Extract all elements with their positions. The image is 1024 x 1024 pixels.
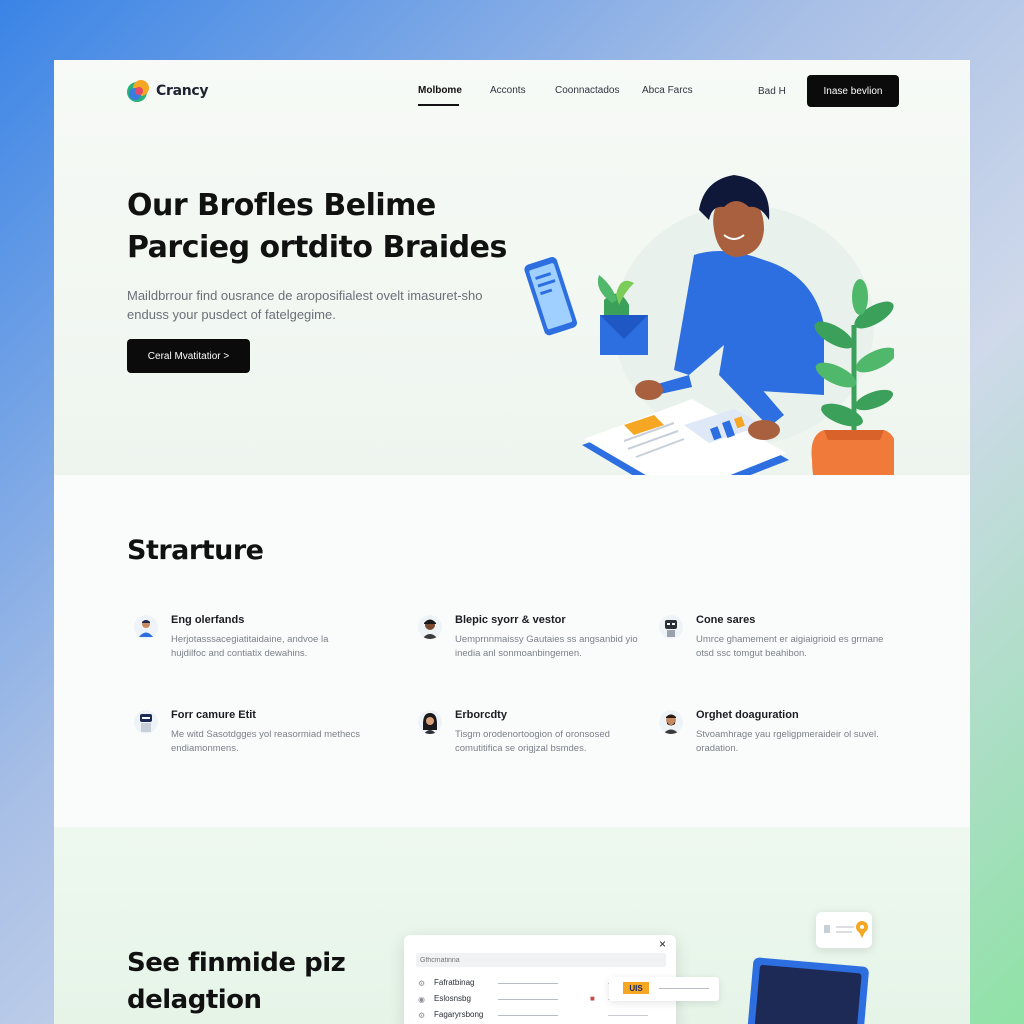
bottom-title-line-1: See finmide piz xyxy=(127,948,346,978)
feature-description: Stvoamhrage yau rgeligpmeraideir ol suve… xyxy=(696,729,879,754)
features-title: Strarture xyxy=(127,535,264,566)
avatar-man-beard-icon xyxy=(659,710,683,734)
nav-item-acconts[interactable]: Acconts xyxy=(490,85,526,96)
feature-title: Forr camure Etit xyxy=(171,709,256,721)
feature-description: Me witd Sasotdgges yol reasormiad methec… xyxy=(171,729,361,754)
floating-notification-card xyxy=(816,912,872,948)
avatar-man-blue-icon xyxy=(134,615,158,639)
hero-subtitle: Maildbrrour find ousrance de aroposifial… xyxy=(127,288,483,322)
feature-title: Orghet doaguration xyxy=(696,709,799,721)
feature-title: Erborcdty xyxy=(455,709,507,721)
nav-active-indicator xyxy=(418,104,459,106)
tablet-illustration xyxy=(746,957,870,1024)
mock-row-line xyxy=(608,1015,648,1016)
bottom-title: See finmide piz delagtion xyxy=(127,945,387,1019)
feature-description: Tisgm orodenortoogion of oronsosed comut… xyxy=(455,729,610,754)
user-icon: ◉ xyxy=(418,995,425,1004)
mock-search-input[interactable] xyxy=(416,953,666,967)
mock-row-label: Eslosnsbg xyxy=(434,994,471,1003)
mock-row-label: Fagaryrsbong xyxy=(434,1010,484,1019)
hero-cta-button[interactable]: Ceral Mvatitatior > xyxy=(127,339,250,373)
avatar-man-dark-icon xyxy=(418,615,442,639)
tablet-screen xyxy=(753,964,862,1024)
nav-item-abca-farcs[interactable]: Abca Farcs xyxy=(642,85,693,96)
feature-title: Eng olerfands xyxy=(171,614,245,626)
mock-row-label: Fafratbinag xyxy=(434,978,475,987)
avatar-woman-icon xyxy=(418,710,442,734)
hero-illustration xyxy=(524,175,894,475)
bottom-title-line-2: delagtion xyxy=(127,985,262,1015)
settings-icon: ⚙ xyxy=(418,979,426,988)
signin-link[interactable]: Bad H xyxy=(758,86,786,97)
feature-title: Cone sares xyxy=(696,614,756,626)
avatar-robot-icon xyxy=(659,615,683,639)
landing-page: Crancy Molbome Acconts Coonnactados Abca… xyxy=(54,60,970,1024)
brand-logo[interactable]: Crancy xyxy=(126,78,209,104)
phone-icon xyxy=(524,257,578,336)
mock-row-line xyxy=(498,983,558,984)
nav-item-coonnactados[interactable]: Coonnactados xyxy=(555,85,620,96)
floating-tag-card: UIS xyxy=(609,977,719,1001)
hero-title-line-2: Parcieg ortdito Braides xyxy=(127,230,507,265)
header-cta-button[interactable]: Inase bevlion xyxy=(807,75,899,107)
flag-icon: ■ xyxy=(590,994,595,1003)
feature-description: Herjotasssacegiatitaidaine, andvoe la hu… xyxy=(171,634,329,659)
mock-row-line xyxy=(498,999,558,1000)
pin-icon xyxy=(824,921,868,938)
nav-item-molbome[interactable]: Molbome xyxy=(418,85,462,96)
feature-description: Uemprnnmaissy Gautaies ss angsanbid yio … xyxy=(455,634,638,659)
tag-chip: UIS xyxy=(623,982,649,994)
mock-row-line xyxy=(498,1015,558,1016)
brand-name: Crancy xyxy=(156,83,209,99)
avatar-robot-2-icon xyxy=(134,710,158,734)
hero-title: Our Brofles Belime Parcieg ortdito Braid… xyxy=(127,185,527,269)
logo-icon xyxy=(127,80,149,102)
feature-title: Blepic syorr & vestor xyxy=(455,614,566,626)
mock-list-row[interactable]: ⚙ Fagaryrsbong xyxy=(418,1009,658,1023)
gear-icon: ⚙ xyxy=(418,1011,426,1020)
feature-description: Umrce ghamement er aigiaigrioid es grman… xyxy=(696,634,884,659)
tag-line xyxy=(659,988,709,989)
hero-title-line-1: Our Brofles Belime xyxy=(127,188,436,223)
close-icon[interactable]: × xyxy=(659,937,666,951)
